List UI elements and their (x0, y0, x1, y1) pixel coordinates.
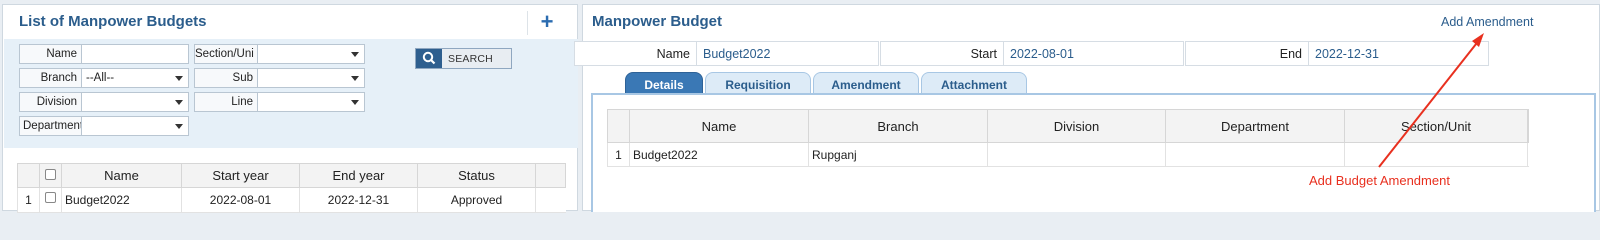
chevron-down-icon (351, 100, 359, 105)
branch-filter-select[interactable]: --All-- (81, 68, 189, 88)
column-header-status[interactable]: Status (418, 164, 536, 187)
column-header-end-year[interactable]: End year (300, 164, 418, 187)
department-filter-select[interactable] (81, 116, 189, 136)
search-icon (416, 49, 442, 68)
row-start-year: 2022-08-01 (182, 188, 300, 212)
chevron-down-icon (175, 124, 183, 129)
column-header-start-year[interactable]: Start year (182, 164, 300, 187)
chevron-down-icon (351, 52, 359, 57)
name-filter-label: Name (19, 44, 82, 64)
select-all-checkbox[interactable] (45, 169, 56, 180)
search-button[interactable]: SEARCH (415, 48, 512, 69)
row-name: Budget2022 (62, 188, 182, 212)
name-filter-input[interactable] (81, 44, 189, 64)
line-filter-label: Line (194, 92, 258, 112)
department-filter-label: Department (19, 116, 83, 136)
select-all-checkbox-cell (40, 164, 62, 187)
budget-grid-header: Name Start year End year Status (17, 163, 566, 188)
annotation-label: Add Budget Amendment (1309, 173, 1450, 188)
sub-filter-label: Sub (194, 68, 258, 88)
column-header-name[interactable]: Name (62, 164, 182, 187)
section-filter-select[interactable] (257, 44, 365, 64)
row-checkbox-cell (40, 188, 62, 212)
section-filter-label: Section/Uni (194, 44, 258, 64)
chevron-down-icon (175, 76, 183, 81)
row-number: 1 (18, 188, 40, 212)
line-filter-select[interactable] (257, 92, 365, 112)
division-filter-label: Division (19, 92, 82, 112)
chevron-down-icon (175, 100, 183, 105)
branch-filter-value: --All-- (86, 72, 115, 84)
division-filter-select[interactable] (81, 92, 189, 112)
list-panel-title: List of Manpower Budgets (19, 13, 207, 30)
toolbar-divider (527, 11, 528, 35)
sub-filter-select[interactable] (257, 68, 365, 88)
row-end-year: 2022-12-31 (300, 188, 418, 212)
row-status: Approved (418, 188, 536, 212)
chevron-down-icon (351, 76, 359, 81)
row-number-header (18, 164, 40, 187)
search-button-label: SEARCH (448, 53, 493, 65)
add-budget-button[interactable]: + (537, 9, 557, 34)
plus-icon: + (540, 9, 554, 34)
manpower-budget-list-panel: List of Manpower Budgets + Name Section/… (2, 4, 578, 213)
table-row[interactable]: 1 Budget2022 2022-08-01 2022-12-31 Appro… (17, 188, 566, 213)
manpower-budget-detail-panel: Manpower Budget Add Amendment Name Budge… (574, 4, 1600, 212)
branch-filter-label: Branch (19, 68, 82, 88)
row-checkbox[interactable] (45, 192, 56, 203)
